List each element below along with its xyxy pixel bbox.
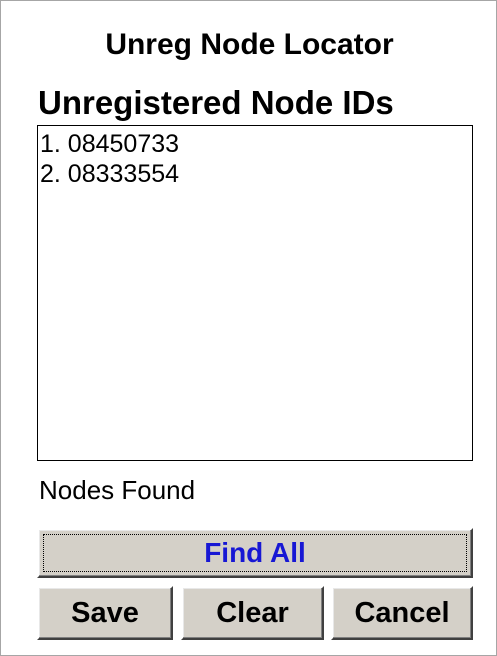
save-button[interactable]: Save — [37, 586, 173, 640]
list-heading: Unregistered Node IDs — [38, 84, 394, 121]
find-all-button[interactable]: Find All — [37, 528, 473, 578]
focus-ring — [43, 534, 467, 572]
cancel-label: Cancel — [354, 596, 450, 629]
save-label: Save — [71, 596, 139, 629]
app-window: Unreg Node Locator Unregistered Node IDs… — [0, 0, 497, 656]
node-id-list[interactable]: 1. 08450733 2. 08333554 — [37, 125, 473, 461]
cancel-button[interactable]: Cancel — [331, 586, 473, 640]
page-title: Unreg Node Locator — [105, 28, 394, 61]
list-item[interactable]: 2. 08333554 — [38, 159, 472, 189]
clear-button[interactable]: Clear — [181, 586, 324, 640]
clear-label: Clear — [216, 596, 289, 629]
list-item[interactable]: 1. 08450733 — [38, 129, 472, 159]
nodes-found-label: Nodes Found — [39, 475, 196, 505]
